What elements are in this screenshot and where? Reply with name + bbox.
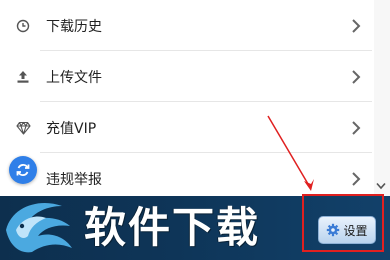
chevron-right-icon <box>352 171 361 186</box>
watermark-logo-text: 软件下载 <box>84 203 261 252</box>
refresh-icon <box>16 164 30 176</box>
clock-icon <box>15 18 31 34</box>
menu-item-label: 充值VIP <box>46 120 97 137</box>
menu-item-label: 下载历史 <box>46 18 102 35</box>
annotation-highlight-box <box>302 194 384 252</box>
chevron-right-icon <box>352 120 361 135</box>
scrollbar-track[interactable] <box>374 0 390 198</box>
menu-item-recharge-vip[interactable]: 充值VIP <box>0 102 372 153</box>
dragon-logo-icon <box>6 203 72 253</box>
menu-item-label: 上传文件 <box>46 69 102 86</box>
scroll-down-icon[interactable] <box>376 182 386 193</box>
menu-item-label: 违规举报 <box>46 171 102 188</box>
chevron-right-icon <box>352 69 361 84</box>
chevron-right-icon <box>352 18 361 33</box>
menu-item-upload-file[interactable]: 上传文件 <box>0 51 372 102</box>
diamond-icon <box>15 120 31 136</box>
menu-item-download-history[interactable]: 下载历史 <box>0 0 372 51</box>
upload-icon <box>15 69 31 85</box>
refresh-button[interactable] <box>9 156 37 184</box>
